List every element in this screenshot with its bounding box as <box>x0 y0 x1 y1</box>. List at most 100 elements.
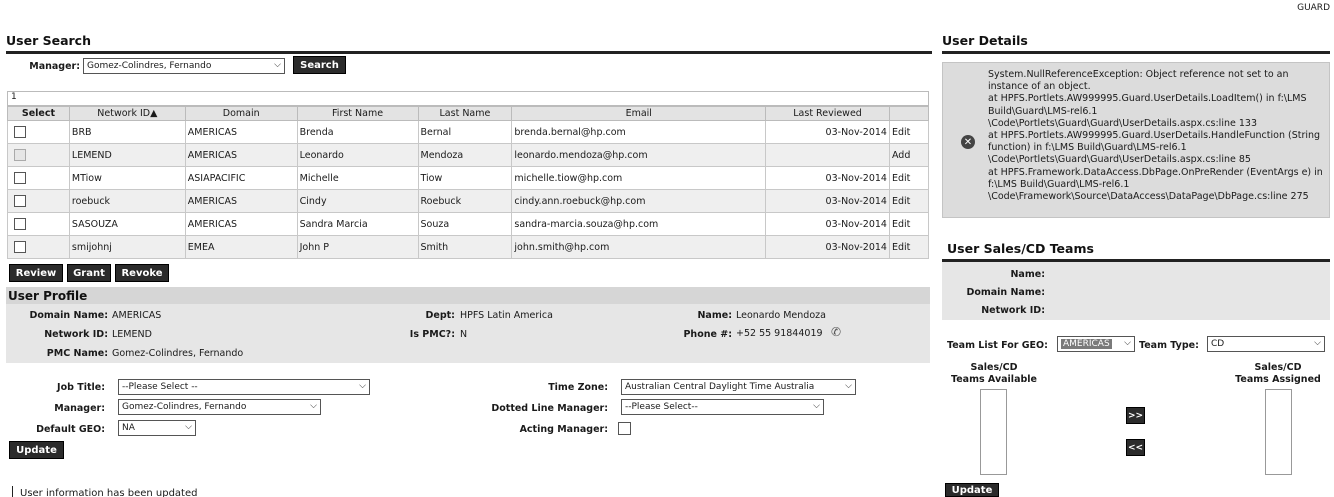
profile-manager-label: Manager: <box>54 403 105 414</box>
geo-select[interactable]: AMERICAS ⌵ <box>1057 336 1135 352</box>
user-details-rule <box>942 51 1330 54</box>
teams-available-label: Sales/CD Teams Available <box>951 362 1037 385</box>
cell-email: michelle.tiow@hp.com <box>511 166 767 190</box>
cell-last-name: Tiow <box>417 166 513 190</box>
cell-last-reviewed: 03-Nov-2014 <box>765 166 890 190</box>
team-name-label: Name: <box>1010 269 1045 280</box>
phone-icon[interactable]: ✆ <box>831 325 841 339</box>
cell-network-id: LEMEND <box>68 143 186 167</box>
edit-link[interactable]: Edit <box>888 120 930 144</box>
row-select-cell <box>7 189 70 213</box>
add-link[interactable]: Add <box>888 143 930 167</box>
team-type-value: CD <box>1211 339 1225 349</box>
chevron-down-icon: ⌵ <box>310 401 317 411</box>
cell-last-name: Smith <box>417 235 513 259</box>
cell-last-name: Bernal <box>417 120 513 144</box>
cell-network-id: MTiow <box>68 166 186 190</box>
col-last-name[interactable]: Last Name <box>417 106 513 121</box>
default-geo-select[interactable]: NA ⌵ <box>118 420 196 436</box>
profile-phone-label: Phone #: <box>683 329 732 340</box>
table-row: roebuck AMERICAS Cindy Roebuck cindy.ann… <box>7 189 930 213</box>
row-checkbox[interactable] <box>14 195 26 207</box>
profile-pmc-label: Is PMC?: <box>409 329 455 340</box>
default-geo-value: NA <box>122 423 135 433</box>
search-button[interactable]: Search <box>293 56 346 74</box>
remove-team-button[interactable]: << <box>1126 439 1145 456</box>
user-results-table: Select Network ID▲ Domain First Name Las… <box>7 106 930 259</box>
cell-last-name: Roebuck <box>417 189 513 213</box>
pager[interactable]: 1 <box>7 91 929 106</box>
cell-network-id: smijohnj <box>68 235 186 259</box>
profile-domain-label: Domain Name: <box>29 310 108 321</box>
review-button[interactable]: Review <box>9 264 63 282</box>
row-checkbox[interactable] <box>14 172 26 184</box>
cell-email: brenda.bernal@hp.com <box>511 120 767 144</box>
cell-network-id: BRB <box>68 120 186 144</box>
dotted-manager-select[interactable]: --Please Select-- ⌵ <box>621 399 824 415</box>
job-title-value: --Please Select -- <box>122 382 198 392</box>
search-manager-select[interactable]: Gomez-Colindres, Fernando ⌵ <box>83 58 285 74</box>
chevron-down-icon: ⌵ <box>274 60 281 70</box>
cell-last-name: Mendoza <box>417 143 513 167</box>
teams-available-list[interactable] <box>980 389 1007 475</box>
teams-assigned-list[interactable] <box>1265 389 1292 475</box>
cell-email: leonardo.mendoza@hp.com <box>511 143 767 167</box>
chevron-down-icon: ⌵ <box>185 422 192 432</box>
revoke-button[interactable]: Revoke <box>115 264 169 282</box>
row-checkbox[interactable] <box>14 241 26 253</box>
time-zone-value: Australian Central Daylight Time Austral… <box>625 382 815 392</box>
table-row: SASOUZA AMERICAS Sandra Marcia Souza san… <box>7 212 930 236</box>
col-last-reviewed[interactable]: Last Reviewed <box>765 106 890 121</box>
time-zone-select[interactable]: Australian Central Daylight Time Austral… <box>621 379 856 395</box>
table-row: BRB AMERICAS Brenda Bernal brenda.bernal… <box>7 120 930 144</box>
edit-link[interactable]: Edit <box>888 235 930 259</box>
cell-last-reviewed: 03-Nov-2014 <box>765 189 890 213</box>
teams-update-button[interactable]: Update <box>945 483 999 497</box>
col-network-id[interactable]: Network ID▲ <box>68 106 186 121</box>
acting-manager-checkbox[interactable] <box>618 422 631 435</box>
team-type-label: Team Type: <box>1139 340 1199 351</box>
search-manager-label: Manager: <box>29 61 80 72</box>
team-type-select[interactable]: CD ⌵ <box>1207 336 1325 352</box>
status-divider <box>12 486 13 497</box>
profile-pmc-value: N <box>460 329 468 340</box>
grant-button[interactable]: Grant <box>67 264 111 282</box>
user-details-title: User Details <box>942 33 1028 48</box>
profile-manager-value: Gomez-Colindres, Fernando <box>122 402 247 412</box>
row-checkbox[interactable] <box>14 126 26 138</box>
job-title-select[interactable]: --Please Select -- ⌵ <box>118 379 370 395</box>
profile-domain-value: AMERICAS <box>112 310 162 321</box>
cell-last-reviewed: 03-Nov-2014 <box>765 235 890 259</box>
error-box: ✕ System.NullReferenceException: Object … <box>942 62 1330 218</box>
row-checkbox[interactable] <box>14 218 26 230</box>
cell-first-name: John P <box>296 235 419 259</box>
geo-value: AMERICAS <box>1061 339 1112 349</box>
user-search-title: User Search <box>6 33 91 48</box>
profile-manager-select[interactable]: Gomez-Colindres, Fernando ⌵ <box>118 399 321 415</box>
profile-dept-label: Dept: <box>425 310 455 321</box>
edit-link[interactable]: Edit <box>888 166 930 190</box>
chevron-down-icon: ⌵ <box>813 401 820 411</box>
cell-email: cindy.ann.roebuck@hp.com <box>511 189 767 213</box>
dotted-manager-value: --Please Select-- <box>625 402 698 412</box>
table-row: smijohnj EMEA John P Smith john.smith@hp… <box>7 235 930 259</box>
cell-first-name: Michelle <box>296 166 419 190</box>
edit-link[interactable]: Edit <box>888 212 930 236</box>
edit-link[interactable]: Edit <box>888 189 930 213</box>
add-team-button[interactable]: >> <box>1126 407 1145 424</box>
user-profile-title: User Profile <box>8 289 88 303</box>
search-manager-value: Gomez-Colindres, Fernando <box>87 61 212 71</box>
profile-update-button[interactable]: Update <box>9 441 64 459</box>
profile-pmc-name-label: PMC Name: <box>46 348 108 359</box>
error-message: System.NullReferenceException: Object re… <box>988 69 1323 203</box>
table-row: LEMEND AMERICAS Leonardo Mendoza leonard… <box>7 143 930 167</box>
cell-last-reviewed: 03-Nov-2014 <box>765 120 890 144</box>
col-domain[interactable]: Domain <box>184 106 298 121</box>
profile-name-label: Name: <box>697 310 732 321</box>
col-email[interactable]: Email <box>511 106 767 121</box>
cell-domain: AMERICAS <box>184 189 298 213</box>
team-network-label: Network ID: <box>981 305 1045 316</box>
team-domain-label: Domain Name: <box>966 287 1045 298</box>
col-first-name[interactable]: First Name <box>296 106 419 121</box>
error-icon: ✕ <box>961 135 975 149</box>
